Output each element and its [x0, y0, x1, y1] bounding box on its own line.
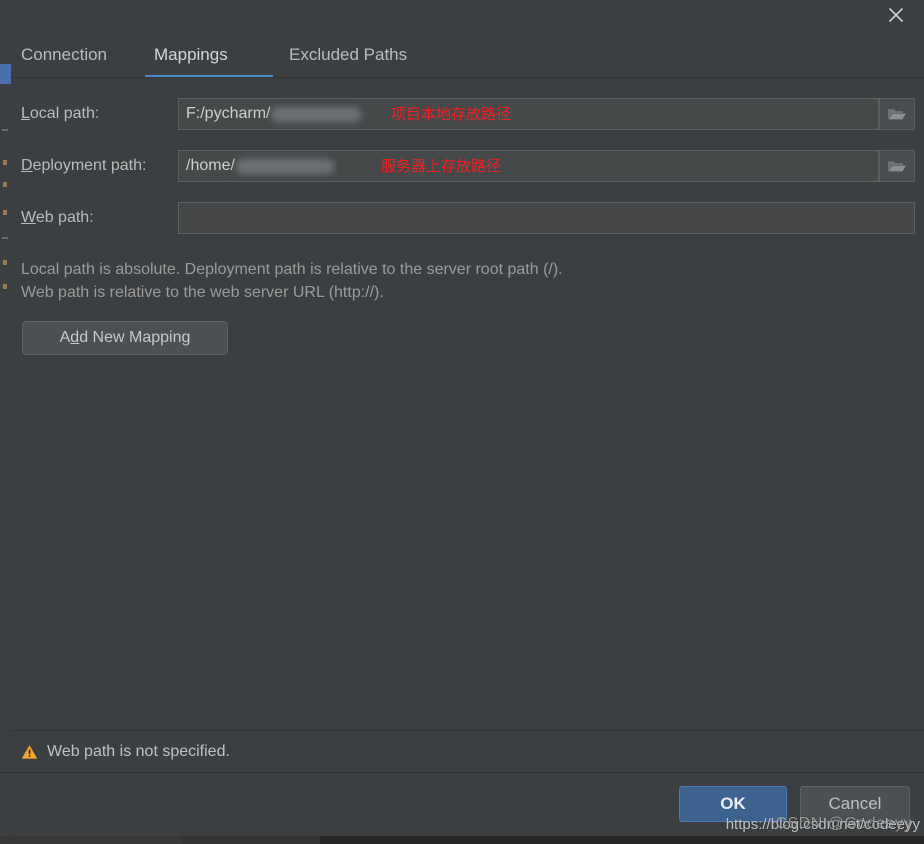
folder-icon: [888, 161, 906, 172]
add-new-mapping-suffix: d New Mapping: [79, 329, 191, 346]
tree-node-marker: [3, 260, 7, 265]
deployment-path-mnemonic: D: [21, 157, 33, 174]
validation-status-message: Web path is not specified.: [47, 743, 230, 760]
taskbar-segment: [182, 836, 320, 844]
dialog-button-bar: OK Cancel: [0, 772, 924, 835]
hint-line-1: Local path is absolute. Deployment path …: [21, 261, 563, 278]
tab-excluded-paths-label: Excluded Paths: [289, 45, 408, 64]
add-new-mapping-mnemonic: d: [70, 329, 80, 346]
tab-connection-label: Connection: [21, 45, 108, 64]
deployment-path-input[interactable]: /home/: [178, 150, 879, 182]
taskbar-segment: [320, 836, 924, 844]
desktop-taskbar-sliver: [0, 836, 924, 844]
tab-mappings[interactable]: Mappings: [145, 32, 273, 78]
deployment-path-browse-button[interactable]: [879, 150, 915, 182]
ok-button[interactable]: OK: [679, 786, 787, 822]
add-new-mapping-prefix: A: [59, 329, 71, 346]
tree-node-marker: [3, 160, 7, 165]
add-new-mapping-button[interactable]: Add New Mapping: [22, 321, 228, 355]
local-path-row: Local path: F:/pycharm/ 项目本地存放路径: [11, 98, 924, 130]
folder-icon: [888, 109, 906, 120]
local-path-input[interactable]: F:/pycharm/: [178, 98, 879, 130]
tab-mappings-label: Mappings: [154, 45, 228, 64]
deployment-path-redacted-segment: [235, 158, 334, 174]
deployment-path-value: /home/: [186, 157, 235, 174]
tab-excluded-paths[interactable]: Excluded Paths: [289, 32, 407, 78]
dialog-title-bar: [0, 0, 924, 32]
local-path-label-rest: ocal path:: [29, 105, 100, 122]
warning-triangle-icon: [21, 744, 38, 760]
local-path-label: Local path:: [21, 98, 99, 130]
tab-bar: Connection Mappings Excluded Paths: [11, 32, 924, 78]
taskbar-segment: [0, 836, 182, 844]
local-path-redacted-segment: [271, 106, 362, 122]
mappings-form: Local path: F:/pycharm/ 项目本地存放路径 Deploym…: [11, 78, 924, 730]
local-path-value: F:/pycharm/: [186, 105, 271, 122]
deployment-settings-dialog: Connection Mappings Excluded Paths Local…: [0, 0, 924, 844]
web-path-input[interactable]: [178, 202, 915, 234]
tree-node-marker: [3, 182, 7, 187]
close-icon[interactable]: [874, 0, 918, 30]
local-path-browse-button[interactable]: [879, 98, 915, 130]
tab-connection[interactable]: Connection: [21, 32, 107, 78]
tree-node-marker: [2, 237, 8, 239]
web-path-row: Web path:: [11, 202, 924, 234]
deployment-path-label: Deployment path:: [21, 150, 146, 182]
web-path-mnemonic: W: [21, 209, 36, 226]
tree-node-marker: [3, 210, 7, 215]
cancel-button-label: Cancel: [828, 794, 882, 813]
local-path-mnemonic: L: [21, 105, 30, 122]
settings-tree-selected-row[interactable]: [0, 64, 11, 84]
validation-status-bar: Web path is not specified.: [11, 730, 924, 773]
tree-node-marker: [3, 284, 7, 289]
web-path-label-rest: eb path:: [35, 209, 94, 226]
ok-button-label: OK: [720, 794, 746, 813]
cancel-button[interactable]: Cancel: [800, 786, 910, 822]
deployment-path-row: Deployment path: /home/ 服务器上存放路径: [11, 150, 924, 182]
web-path-label: Web path:: [21, 202, 94, 234]
deployment-path-label-rest: eployment path:: [32, 157, 147, 174]
tree-node-marker: [2, 129, 8, 131]
hint-line-2: Web path is relative to the web server U…: [21, 284, 384, 301]
